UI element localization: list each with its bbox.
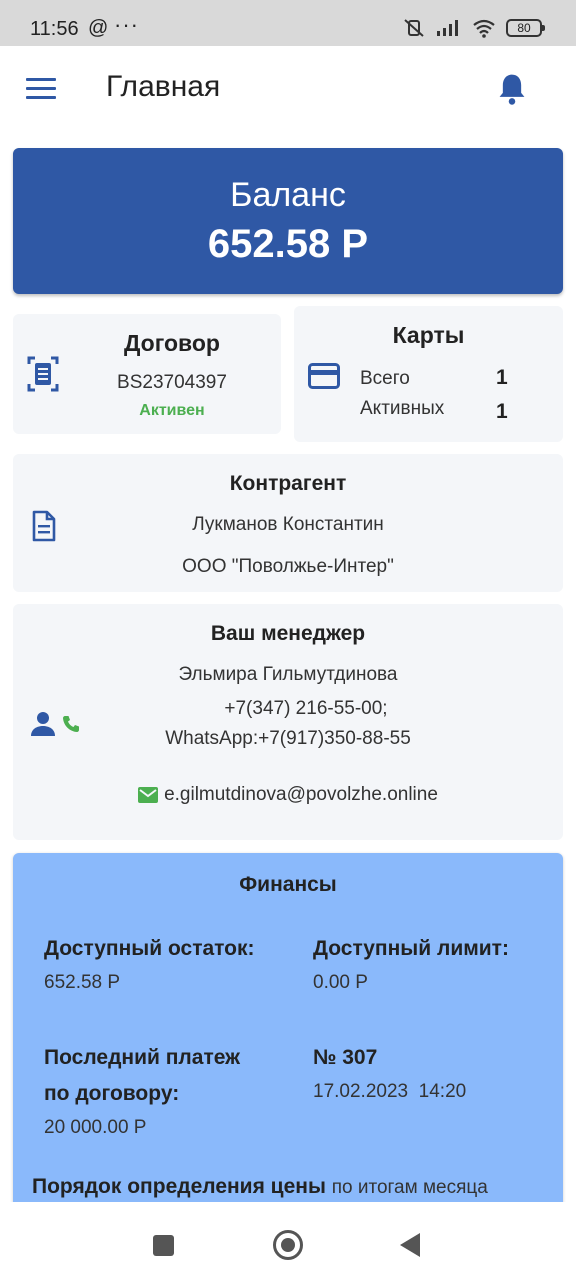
available-balance-value: 652.58 Р	[44, 972, 121, 993]
email-icon	[138, 787, 159, 803]
status-time: 11:56	[30, 18, 79, 40]
counterparty-card[interactable]: Контрагент Лукманов Константин ООО "Пово…	[13, 454, 563, 592]
contract-card[interactable]: Договор BS23704397 Активен	[13, 314, 281, 434]
contract-status-badge: Активен	[139, 402, 205, 419]
back-button[interactable]	[400, 1233, 420, 1257]
manager-phone[interactable]: +7(347) 216-55-00;	[13, 698, 563, 720]
balance-label: Баланс	[230, 176, 346, 214]
status-bar: 11:56 @ ··· 80	[0, 0, 576, 46]
page-title: Главная	[106, 70, 221, 103]
home-button[interactable]	[273, 1230, 303, 1260]
available-balance-label: Доступный остаток:	[44, 937, 255, 960]
cards-title: Карты	[392, 322, 465, 348]
phone-icon[interactable]	[61, 714, 81, 734]
cards-total-label: Всего	[360, 368, 410, 389]
balance-card: Баланс 652.58 Р	[13, 148, 563, 294]
document-scan-icon	[27, 356, 59, 392]
counterparty-person: Лукманов Константин	[192, 514, 384, 535]
status-indicators: 80	[402, 18, 545, 38]
cards-card[interactable]: Карты Всего 1 Активных 1	[294, 306, 563, 442]
app-bar: Главная	[0, 46, 576, 132]
manager-email-row[interactable]: e.gilmutdinova@povolzhe.online	[13, 784, 563, 806]
hamburger-menu-icon[interactable]	[26, 78, 56, 100]
cards-active-label: Активных	[360, 398, 445, 419]
contract-title: Договор	[124, 330, 220, 356]
cards-total-value: 1	[496, 366, 508, 389]
manager-title: Ваш менеджер	[210, 622, 366, 645]
battery-icon: 80	[506, 19, 545, 37]
finance-title: Финансы	[239, 873, 337, 896]
last-payment-value: 20 000.00 Р	[44, 1117, 147, 1138]
available-limit-label: Доступный лимит:	[313, 937, 509, 960]
credit-card-icon	[308, 363, 340, 389]
counterparty-title: Контрагент	[229, 472, 347, 495]
last-payment-label-line2: по договору:	[44, 1082, 180, 1105]
cards-active-value: 1	[496, 400, 508, 423]
balance-value: 652.58 Р	[207, 222, 369, 266]
available-limit-value: 0.00 Р	[313, 972, 368, 993]
manager-email[interactable]: e.gilmutdinova@povolzhe.online	[164, 784, 438, 805]
more-notifications-icon: ···	[114, 12, 139, 37]
wifi-icon	[473, 19, 495, 38]
person-icon	[31, 712, 55, 736]
vibrate-off-icon	[404, 19, 424, 37]
manager-name: Эльмира Гильмутдинова	[178, 664, 398, 685]
manager-whatsapp[interactable]: WhatsApp:+7(917)350-88-55	[13, 728, 563, 750]
finance-card: Финансы Доступный остаток: 652.58 Р Дост…	[13, 853, 563, 1213]
system-nav-bar	[0, 1202, 576, 1280]
last-payment-label-line1: Последний платеж	[44, 1046, 241, 1069]
pricing-label: Порядок определения цены	[32, 1175, 326, 1198]
contract-number: BS23704397	[117, 372, 227, 393]
payment-number: № 307	[313, 1046, 378, 1069]
counterparty-company: ООО "Поволжье-Интер"	[182, 556, 394, 577]
pricing-row: Порядок определения цены по итогам месяц…	[32, 1175, 488, 1199]
bell-icon[interactable]	[496, 72, 528, 106]
manager-card: Ваш менеджер Эльмира Гильмутдинова +7(34…	[13, 604, 563, 840]
payment-datetime: 17.02.2023 14:20	[313, 1081, 467, 1102]
notification-at-icon: @	[88, 17, 109, 39]
recent-apps-button[interactable]	[153, 1235, 174, 1256]
signal-icon	[437, 20, 458, 36]
pricing-value: по итогам месяца	[331, 1177, 488, 1198]
